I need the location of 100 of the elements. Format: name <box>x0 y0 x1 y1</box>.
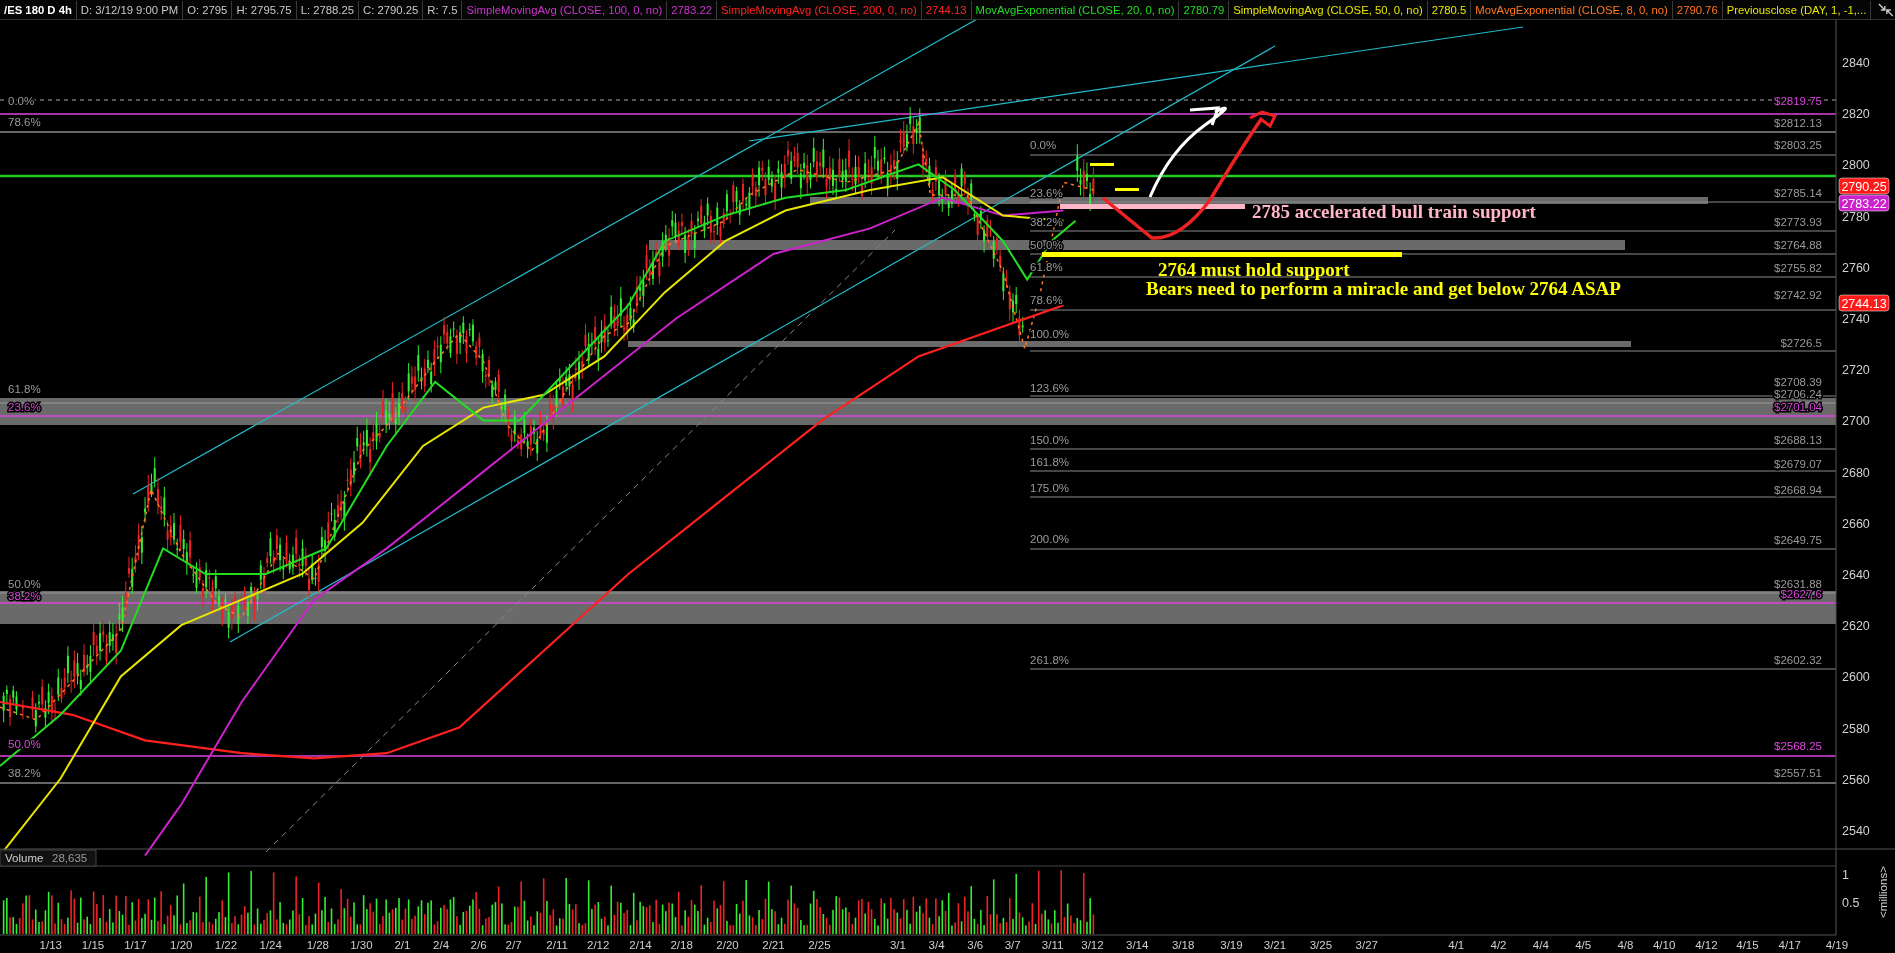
volume-axis-label: 0.5 <box>1842 896 1860 910</box>
fib-level-label: 50.0% <box>8 578 41 590</box>
price-tag-value: 2744.13 <box>1841 296 1887 311</box>
date-axis-label: 4/4 <box>1532 939 1549 951</box>
study-label[interactable]: SimpleMovingAvg (CLOSE, 50, 0, no) <box>1229 0 1428 19</box>
quote-field: O: 2795 <box>183 0 233 19</box>
date-axis-label: 1/28 <box>306 939 330 951</box>
date-axis-label: 3/12 <box>1081 939 1104 951</box>
study-value: 2780.79 <box>1179 0 1230 19</box>
fib-level-label: 150.0% <box>1030 434 1069 446</box>
date-axis-label: 4/17 <box>1778 939 1801 951</box>
date-axis-label: 4/15 <box>1736 939 1759 951</box>
date-axis-label: 3/6 <box>967 939 984 951</box>
date-axis-label: 4/8 <box>1617 939 1634 951</box>
date-axis-label: 2/6 <box>470 939 487 951</box>
price-tag-value: 2783.22 <box>1841 196 1887 211</box>
date-axis-label: 3/7 <box>1004 939 1021 951</box>
fib-level-label: 161.8% <box>1030 456 1069 468</box>
quote-field: L: 2788.25 <box>296 0 360 19</box>
study-label[interactable]: MovAvgExponential (CLOSE, 8, 0, no) <box>1471 0 1673 19</box>
quote-field: R: 7.5 <box>423 0 463 19</box>
price-axis-label: 2540 <box>1842 824 1870 838</box>
date-axis-label: 4/19 <box>1825 939 1849 951</box>
price-axis-label: 2660 <box>1842 516 1870 531</box>
price-axis-label: 2580 <box>1842 721 1870 736</box>
study-label[interactable]: MovAvgExponential (CLOSE, 20, 0, no) <box>971 0 1180 19</box>
fib-level-label: 23.6% <box>1030 187 1063 199</box>
price-level-label: $2627.6 <box>1780 588 1822 600</box>
price-axis-label: 2640 <box>1842 568 1870 582</box>
fib-level-label: 0.0% <box>8 95 35 107</box>
study-value: 2783.22 <box>667 0 718 19</box>
date-axis-label: 3/18 <box>1171 939 1195 951</box>
date-axis-label: 1/17 <box>124 939 147 951</box>
price-level-label: $2568.25 <box>1774 740 1822 752</box>
fib-level-label: 38.2% <box>8 590 41 602</box>
price-level-label: $2706.24 <box>1774 388 1822 400</box>
date-axis-label: 1/24 <box>259 939 282 951</box>
study-value: 2780.5 <box>1427 0 1472 19</box>
price-level-label: $2668.94 <box>1774 484 1822 496</box>
study-label[interactable]: Previousclose (DAY, 1, -1,... <box>1722 0 1872 19</box>
price-level-label: $2785.14 <box>1774 187 1822 199</box>
date-axis-label: 2/20 <box>716 939 739 951</box>
price-axis-label: 2800 <box>1842 158 1870 173</box>
price-level-label: $2649.75 <box>1774 534 1822 546</box>
fib-level-label: 38.2% <box>8 767 41 779</box>
date-axis-label: 3/1 <box>889 939 906 951</box>
study-label[interactable]: SimpleMovingAvg (CLOSE, 100, 0, no) <box>462 0 668 19</box>
fib-level-label: 200.0% <box>1030 533 1069 545</box>
price-axis-label: 2720 <box>1842 363 1870 378</box>
study-value: 2790.76 <box>1672 0 1723 19</box>
price-level-label: $2773.93 <box>1774 216 1822 228</box>
price-axis-label: 2740 <box>1842 312 1870 326</box>
date-axis-label: 1/15 <box>81 939 105 951</box>
price-level-label: $2764.88 <box>1774 239 1822 251</box>
date-axis-label: 2/18 <box>670 939 693 951</box>
date-axis-label: 1/20 <box>170 939 193 951</box>
price-level-label: $2819.75 <box>1774 95 1822 107</box>
quote-field: D: 3/12/19 9:00 PM <box>76 0 184 19</box>
price-axis-label: 2840 <box>1842 56 1870 70</box>
volume-value: 28,635 <box>52 852 88 864</box>
price-axis-label: 2780 <box>1842 209 1870 224</box>
quote-field: H: 2795.75 <box>232 0 297 19</box>
fib-level-label: 0.0% <box>1030 139 1057 151</box>
study-label[interactable]: SimpleMovingAvg (CLOSE, 200, 0, no) <box>717 0 922 19</box>
date-axis-label: 3/11 <box>1041 939 1064 951</box>
price-level-label: $2742.92 <box>1774 289 1822 301</box>
study-value: 2744.13 <box>921 0 972 19</box>
date-axis-label: 1/22 <box>214 939 238 951</box>
price-axis-label: 2700 <box>1842 414 1870 429</box>
date-axis-label: 4/12 <box>1695 939 1718 951</box>
fib-level-label: 78.6% <box>1030 294 1063 306</box>
annotation-text: 2764 must hold support <box>1158 259 1350 280</box>
volume-unit-label: <millions> <box>1877 866 1889 918</box>
volume-title: Volume <box>5 852 44 864</box>
fib-level-label: 123.6% <box>1030 382 1069 394</box>
price-level-label: $2708.39 <box>1774 376 1822 388</box>
date-axis-label: 2/12 <box>587 939 610 951</box>
price-axis-label: 2600 <box>1842 670 1870 685</box>
price-axis-label: 2680 <box>1842 465 1870 480</box>
date-axis-label: 2/7 <box>505 939 522 951</box>
price-level-label: $2803.25 <box>1774 139 1822 151</box>
symbol-label[interactable]: /ES 180 D 4h <box>0 0 77 19</box>
fib-level-label: 61.8% <box>8 383 41 395</box>
date-axis-label: 1/13 <box>39 939 62 951</box>
price-level-label: $2701.04 <box>1774 401 1822 413</box>
date-axis-label: 2/1 <box>394 939 411 951</box>
date-axis-label: 2/21 <box>762 939 785 951</box>
date-axis-label: 3/14 <box>1126 939 1149 951</box>
price-axis-label: 2820 <box>1842 107 1870 122</box>
date-axis-label: 4/10 <box>1652 939 1676 951</box>
volume-axis-label: 1 <box>1842 868 1849 882</box>
price-level-label: $2755.82 <box>1774 262 1822 274</box>
date-axis-label: 4/1 <box>1448 939 1465 951</box>
price-level-label: $2602.32 <box>1774 654 1822 666</box>
price-level-label: $2726.5 <box>1780 337 1822 349</box>
fib-level-label: 78.6% <box>8 116 41 128</box>
price-level-label: $2679.07 <box>1774 458 1822 470</box>
price-axis-label: 2620 <box>1842 619 1870 634</box>
price-axis-label: 2560 <box>1842 772 1870 787</box>
price-tag-value: 2790.25 <box>1841 179 1887 194</box>
